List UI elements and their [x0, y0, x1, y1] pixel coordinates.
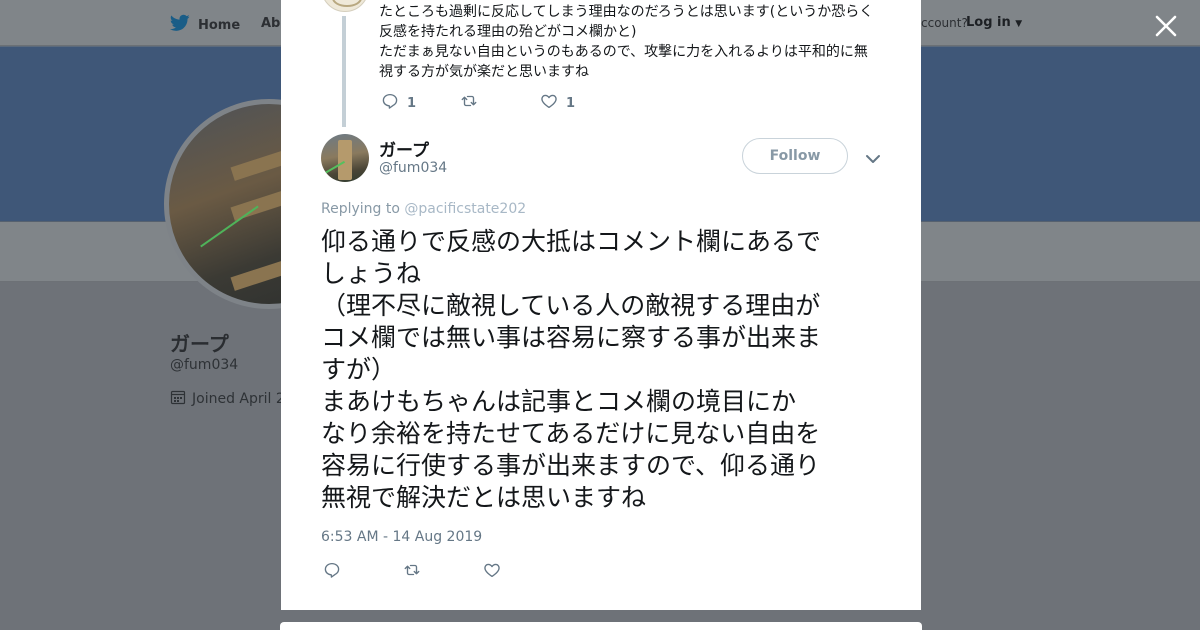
- tweet-line: 容易に行使する事が出来ますので、仰る通り: [321, 451, 821, 480]
- heart-icon: [483, 561, 501, 583]
- author-avatar[interactable]: [321, 134, 369, 182]
- chevron-down-icon: [865, 150, 881, 169]
- reply-icon: [381, 92, 399, 114]
- previous-tweet-actions: 1 1: [381, 92, 575, 114]
- profile-handle: @fum034: [170, 357, 239, 373]
- tweet-options-button[interactable]: [865, 150, 881, 163]
- nav-home-label: Home: [198, 17, 241, 33]
- twitter-bird-icon: [169, 14, 190, 36]
- previous-tweet-line: 視する方が気が楽だと思いますね: [379, 64, 589, 80]
- tweet-line: 無視で解決だとは思いますね: [321, 483, 647, 512]
- close-modal-button[interactable]: [1152, 12, 1180, 40]
- tweet-text: 仰る通りで反感の大抵はコメント欄にあるで しょうね （理不尽に敵視している人の敵…: [321, 226, 887, 514]
- previous-tweet-avatar[interactable]: [321, 0, 369, 12]
- close-icon: [1152, 15, 1180, 44]
- tweet-modal: たところも過剰に反応してしまう理由なのだろうとは思います(というか恐らく 反感を…: [281, 0, 921, 610]
- nav-home-link[interactable]: Home: [169, 14, 241, 36]
- tweet-line: コメ欄では無い事は容易に察する事が出来ま: [321, 323, 822, 352]
- like-button[interactable]: [483, 561, 501, 583]
- previous-tweet-line: ただまぁ見ない自由というのもあるので、攻撃に力を入れるよりは平和的に無: [379, 44, 868, 60]
- previous-like-count: 1: [566, 95, 576, 111]
- replying-to-link[interactable]: @pacificstate202: [404, 201, 526, 217]
- retweet-icon: [403, 561, 421, 583]
- tweet-author-row: ガープ @fum034 Follow: [321, 134, 881, 184]
- tweet-actions: [323, 561, 501, 583]
- replying-to: Replying to @pacificstate202: [321, 201, 526, 217]
- profile-joined-text: Joined April 20: [192, 391, 294, 407]
- next-tweet-card: [280, 622, 922, 630]
- have-account-text: ccount?: [921, 16, 968, 30]
- login-link[interactable]: Log in ▼: [966, 15, 1022, 30]
- heart-icon: [540, 92, 558, 114]
- previous-tweet-line: 反感を持たれる理由の殆どがコメ欄かと): [379, 24, 637, 40]
- follow-button[interactable]: Follow: [742, 138, 848, 174]
- tweet-line: なり余裕を持たせてあるだけに見ない自由を: [321, 419, 821, 448]
- replying-prefix: Replying to: [321, 201, 400, 217]
- reply-button[interactable]: [323, 561, 403, 583]
- tweet-line: 仰る通りで反感の大抵はコメント欄にあるで: [321, 227, 822, 256]
- tweet-line: しょうね: [321, 259, 422, 288]
- tweet-timestamp[interactable]: 6:53 AM - 14 Aug 2019: [321, 529, 482, 545]
- author-handle[interactable]: @fum034: [379, 160, 447, 176]
- thread-connector-line: [342, 16, 346, 127]
- retweet-button[interactable]: [403, 561, 483, 583]
- previous-like-button[interactable]: 1: [540, 92, 575, 114]
- previous-tweet-line: たところも過剰に反応してしまう理由なのだろうとは思います(というか恐らく: [379, 4, 874, 20]
- tweet-line: まあけもちゃんは記事とコメ欄の境目にか: [321, 387, 797, 416]
- login-label: Log in: [966, 15, 1011, 30]
- reply-icon: [323, 561, 341, 583]
- profile-joined: Joined April 20: [170, 389, 294, 409]
- calendar-icon: [170, 389, 186, 409]
- retweet-icon: [460, 92, 478, 114]
- tweet-line: すが）: [321, 355, 397, 384]
- previous-reply-count: 1: [407, 95, 417, 111]
- author-name[interactable]: ガープ: [379, 136, 429, 161]
- caret-down-icon: ▼: [1015, 19, 1023, 29]
- previous-tweet-text: たところも過剰に反応してしまう理由なのだろうとは思います(というか恐らく 反感を…: [379, 2, 889, 82]
- profile-name: ガープ: [170, 332, 229, 356]
- previous-retweet-button[interactable]: [460, 92, 540, 114]
- tweet-line: （理不尽に敵視している人の敵視する理由が: [321, 291, 821, 320]
- previous-reply-button[interactable]: 1: [381, 92, 460, 114]
